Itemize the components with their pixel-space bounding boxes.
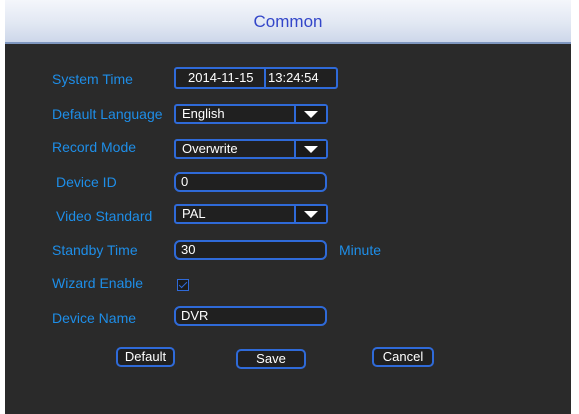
default-language-select[interactable]: English <box>174 104 328 124</box>
device-name-label: Device Name <box>52 310 137 326</box>
standby-time-label: Standby Time <box>52 242 138 258</box>
record-mode-value: Overwrite <box>182 141 238 156</box>
wizard-enable-label: Wizard Enable <box>52 275 144 291</box>
device-id-input[interactable]: 0 <box>174 172 327 192</box>
record-mode-label: Record Mode <box>52 139 137 155</box>
title-bar: Common <box>5 0 571 44</box>
wizard-enable-checkbox[interactable] <box>177 279 189 291</box>
system-time-date[interactable]: 2014-11-15 <box>188 69 254 87</box>
default-button[interactable]: Default <box>116 347 175 367</box>
save-button[interactable]: Save <box>236 349 306 369</box>
chevron-down-icon[interactable] <box>294 106 326 122</box>
system-time-divider <box>264 69 266 87</box>
device-id-label: Device ID <box>56 174 117 190</box>
video-standard-select[interactable]: PAL <box>174 204 328 224</box>
system-time-label: System Time <box>52 71 133 87</box>
default-language-value: English <box>182 106 225 121</box>
default-language-label: Default Language <box>52 106 163 122</box>
video-standard-label: Video Standard <box>56 208 153 224</box>
system-time-time[interactable]: 13:24:54 <box>268 69 319 87</box>
standby-time-input[interactable]: 30 <box>174 240 327 260</box>
common-settings-window: Common System Time 2014-11-15 13:24:54 D… <box>5 0 571 414</box>
standby-time-unit: Minute <box>339 242 382 258</box>
chevron-down-icon[interactable] <box>294 141 326 157</box>
record-mode-select[interactable]: Overwrite <box>174 139 328 159</box>
system-time-field[interactable]: 2014-11-15 13:24:54 <box>174 67 338 89</box>
chevron-down-icon[interactable] <box>294 206 326 222</box>
video-standard-value: PAL <box>182 206 206 221</box>
cancel-button[interactable]: Cancel <box>372 347 434 367</box>
device-name-input[interactable]: DVR <box>174 306 327 326</box>
window-title: Common <box>253 12 323 31</box>
